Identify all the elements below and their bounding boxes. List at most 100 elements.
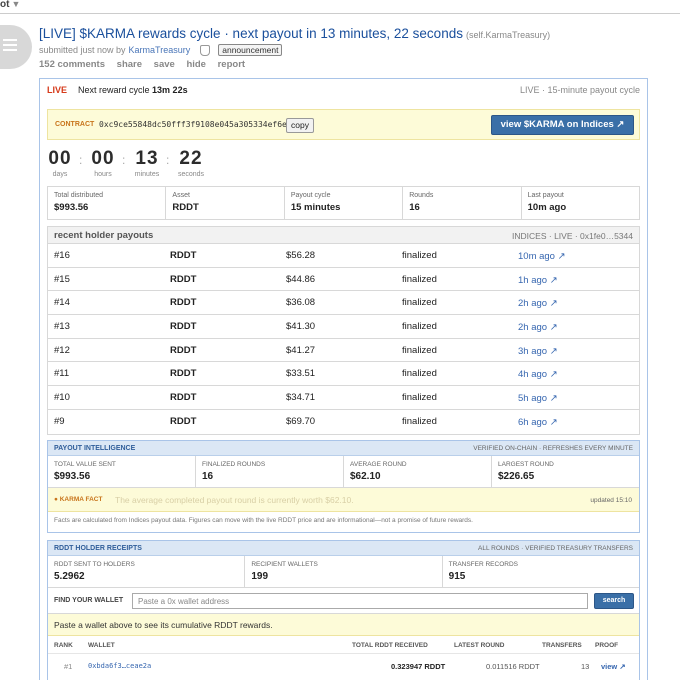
stat-total-distributed: Total distributed $993.56 — [48, 187, 167, 219]
table-row: #12 RDDT $41.27 finalized 3h ago ↗ — [48, 339, 639, 363]
round-tx-link[interactable]: 4h ago ↗ — [518, 369, 558, 380]
round-number: #11 — [54, 368, 70, 380]
stat-value: $993.56 — [54, 202, 89, 213]
stat-label: FINALIZED ROUNDS — [202, 461, 266, 468]
stat-value: $993.56 — [54, 471, 91, 482]
stat-label: Asset — [172, 192, 190, 199]
stat-value: 16 — [409, 202, 420, 213]
search-button[interactable]: search — [594, 593, 634, 609]
countdown-separator: : — [122, 153, 126, 167]
post-tagline: submitted just now by KarmaTreasury anno… — [39, 44, 283, 56]
stat-last-payout: Last payout 10m ago — [522, 187, 639, 219]
rewards-widget: LIVE Next reward cycle 13m 22s LIVE · 15… — [39, 78, 648, 680]
round-amount: $56.28 — [286, 250, 316, 261]
round-status: finalized — [402, 368, 437, 380]
round-amount: $36.08 — [286, 297, 316, 309]
round-status: finalized — [402, 273, 437, 285]
stat-largest-round: LARGEST ROUND $226.65 — [492, 456, 639, 487]
round-asset: RDDT — [170, 368, 197, 380]
save-link[interactable]: save — [154, 59, 175, 70]
stat-recipient-wallets: RECIPIENT WALLETS 199 — [245, 556, 443, 587]
receipts-note: ALL ROUNDS · VERIFIED TREASURY TRANSFERS — [478, 545, 633, 552]
round-status: finalized — [402, 321, 437, 333]
round-status: finalized — [402, 392, 437, 404]
column-wallet: WALLET — [88, 642, 115, 649]
countdown-timer: 00 days : 00 hours : 13 minutes : 22 seconds — [47, 148, 247, 182]
stat-value: 199 — [251, 571, 269, 582]
round-amount: $34.71 — [286, 392, 316, 404]
column-total-received: TOTAL RDDT RECEIVED — [352, 642, 428, 649]
receipt-latest: 0.011516 RDDT — [486, 662, 540, 671]
receipt-transfers: 13 — [581, 662, 590, 671]
column-transfers: TRANSFERS — [542, 642, 582, 649]
round-amount: $69.70 — [286, 415, 316, 427]
intel-disclaimer: Facts are calculated from Indices payout… — [54, 517, 473, 524]
receipts-table-header: RANK WALLET TOTAL RDDT RECEIVED LATEST R… — [48, 636, 639, 654]
next-cycle-prefix: Next reward cycle — [78, 85, 150, 95]
round-status: finalized — [402, 297, 437, 309]
round-tx-link[interactable]: 10m ago ↗ — [518, 251, 566, 262]
stat-total-value-sent: TOTAL VALUE SENT $993.56 — [48, 456, 196, 487]
receipts-title: RDDT HOLDER RECEIPTS — [54, 545, 142, 552]
crumb-label: ot — [0, 0, 10, 10]
chevron-down-icon[interactable]: ▼ — [11, 0, 20, 9]
post-domain[interactable]: (self.KarmaTreasury) — [466, 30, 550, 40]
countdown-seconds-unit: seconds — [177, 171, 205, 178]
self-post-thumbnail[interactable] — [0, 25, 32, 69]
karma-fact-label: ● KARMA FACT — [54, 496, 103, 503]
post-title[interactable]: [LIVE] $KARMA rewards cycle · next payou… — [39, 26, 550, 41]
countdown-separator: : — [166, 153, 170, 167]
stat-value: RDDT — [172, 202, 199, 213]
payout-intelligence-panel: PAYOUT INTELLIGENCE VERIFIED ON-CHAIN · … — [47, 440, 640, 533]
subreddit-crumb[interactable]: ot ▼ — [0, 0, 20, 10]
round-tx-link[interactable]: 2h ago ↗ — [518, 322, 558, 333]
contract-label: CONTRACT — [55, 121, 95, 128]
column-proof: PROOF — [595, 642, 619, 649]
wallet-address-input[interactable] — [132, 593, 588, 609]
comments-link[interactable]: 152 comments — [39, 59, 105, 70]
stat-label: Last payout — [527, 192, 564, 199]
round-tx-link[interactable]: 2h ago ↗ — [518, 298, 558, 309]
round-asset: RDDT — [170, 297, 197, 309]
share-link[interactable]: share — [117, 59, 142, 70]
copy-button[interactable]: copy — [286, 118, 314, 133]
countdown-hours: 00 hours — [90, 148, 116, 178]
round-asset: RDDT — [170, 344, 197, 356]
contract-address[interactable]: 0xc9ce55848dc50fff3f9108e045a305334ef6e4… — [99, 120, 301, 129]
stat-label: RECIPIENT WALLETS — [251, 561, 318, 568]
stat-finalized-rounds: FINALIZED ROUNDS 16 — [196, 456, 344, 487]
round-tx-link[interactable]: 6h ago ↗ — [518, 417, 558, 428]
round-asset: RDDT — [170, 273, 197, 285]
stat-label: LARGEST ROUND — [498, 461, 554, 468]
top-nav-bar: ot ▼ — [0, 0, 680, 14]
round-amount: $33.51 — [286, 368, 316, 380]
receipts-header: RDDT HOLDER RECEIPTS ALL ROUNDS · VERIFI… — [48, 541, 639, 556]
report-link[interactable]: report — [218, 59, 245, 70]
cycle-note: LIVE · 15-minute payout cycle — [519, 85, 640, 95]
find-wallet-label: FIND YOUR WALLET — [54, 597, 124, 604]
recent-payouts-table: recent holder payouts INDICES · LIVE · 0… — [47, 226, 640, 435]
countdown-days-unit: days — [52, 171, 68, 178]
round-tx-link[interactable]: 1h ago ↗ — [518, 275, 558, 286]
stat-label: Total distributed — [54, 192, 104, 199]
table-row: #15 RDDT $44.86 finalized 1h ago ↗ — [48, 268, 639, 292]
text-lines-icon — [3, 39, 17, 54]
view-on-indices-button[interactable]: view $KARMA on Indices ↗ — [491, 115, 634, 135]
author-link[interactable]: KarmaTreasury — [129, 45, 191, 55]
receipt-wallet-link[interactable]: 0xbda6f3…ceae2a — [88, 662, 151, 670]
round-number: #16 — [54, 250, 70, 261]
next-cycle-text: Next reward cycle 13m 22s — [78, 85, 188, 95]
next-cycle-time: 13m 22s — [152, 85, 188, 95]
hide-link[interactable]: hide — [186, 59, 206, 70]
countdown-minutes-value: 13 — [135, 148, 159, 169]
table-row: #10 RDDT $34.71 finalized 5h ago ↗ — [48, 386, 639, 410]
countdown-days-value: 00 — [48, 148, 72, 169]
contract-bar: CONTRACT 0xc9ce55848dc50fff3f9108e045a30… — [47, 109, 640, 140]
round-status: finalized — [402, 344, 437, 356]
round-tx-link[interactable]: 3h ago ↗ — [518, 346, 558, 357]
round-tx-link[interactable]: 5h ago ↗ — [518, 393, 558, 404]
stat-value: 15 minutes — [290, 202, 341, 213]
stat-label: AVERAGE ROUND — [350, 461, 407, 468]
post-title-text[interactable]: [LIVE] $KARMA rewards cycle · next payou… — [39, 26, 463, 41]
receipt-proof-link[interactable]: view ↗ — [601, 662, 626, 671]
